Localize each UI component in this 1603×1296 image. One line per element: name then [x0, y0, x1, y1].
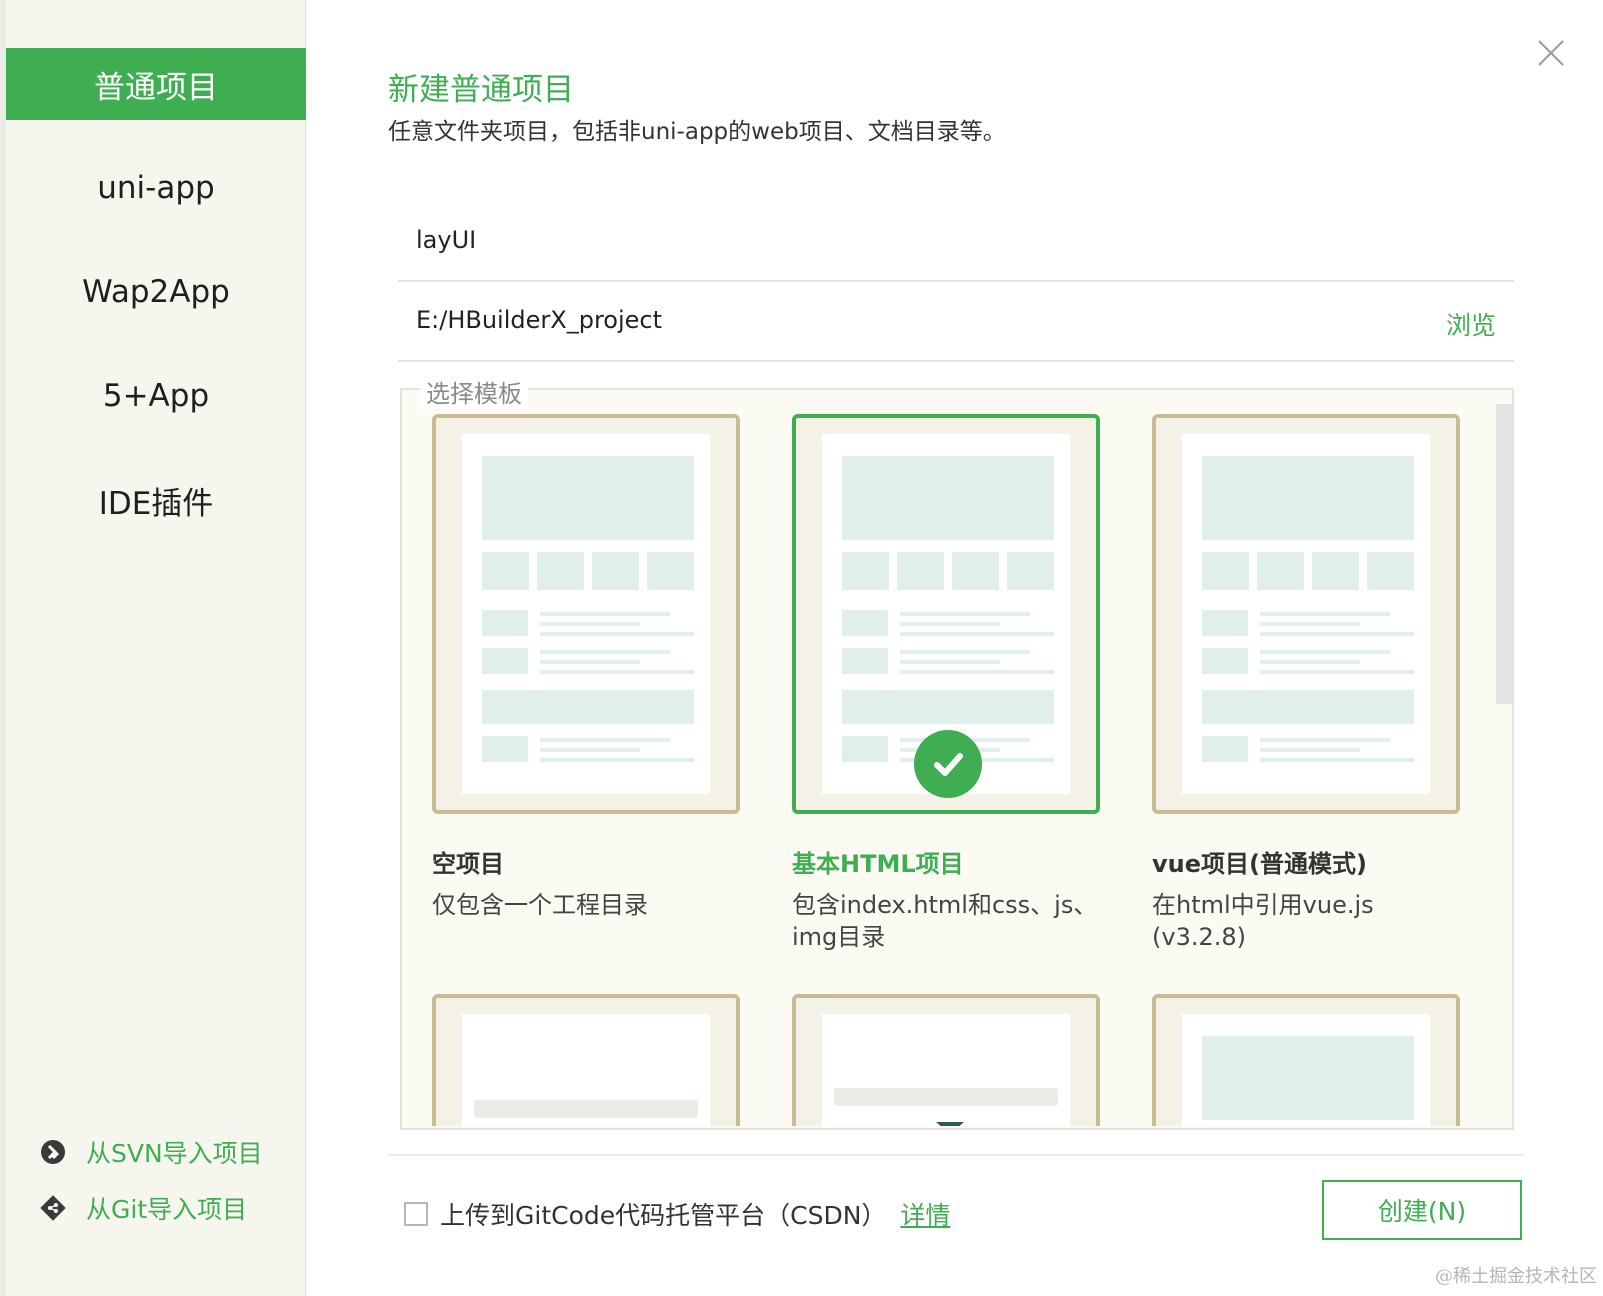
template-card-partial[interactable] — [792, 994, 1100, 1126]
template-preview-graphic — [462, 1014, 710, 1126]
project-name-input[interactable] — [416, 226, 1316, 254]
template-preview-graphic — [1182, 434, 1430, 794]
upload-label: 上传到GitCode代码托管平台（CSDN） — [440, 1201, 887, 1230]
selected-check-icon — [914, 730, 982, 798]
upload-row: 上传到GitCode代码托管平台（CSDN） 详情 — [404, 1196, 950, 1232]
import-svn-link[interactable]: 从SVN导入项目 — [40, 1136, 263, 1168]
project-path-input[interactable] — [416, 306, 1316, 334]
sidebar-item-ide-plugin[interactable]: IDE插件 — [6, 464, 306, 536]
import-svn-label: 从SVN导入项目 — [86, 1139, 263, 1168]
detail-link[interactable]: 详情 — [900, 1196, 950, 1232]
template-preview-graphic — [1182, 1014, 1430, 1126]
template-thumbnail — [432, 994, 740, 1126]
template-description: 仅包含一个工程目录 — [432, 891, 648, 919]
template-card-empty[interactable]: 空项目 仅包含一个工程目录 — [432, 414, 740, 921]
import-git-label: 从Git导入项目 — [86, 1195, 248, 1224]
footer-divider — [388, 1154, 1524, 1156]
upload-checkbox[interactable] — [404, 1202, 428, 1226]
template-thumbnail — [792, 414, 1100, 814]
template-thumbnail — [792, 994, 1100, 1126]
template-card-partial[interactable] — [432, 994, 740, 1126]
template-card-basic-html[interactable]: 基本HTML项目 包含index.html和css、js、img目录 — [792, 414, 1100, 953]
project-type-nav: 普通项目 uni-app Wap2App 5+App IDE插件 — [6, 48, 306, 568]
sidebar-item-5plus-app[interactable]: 5+App — [6, 360, 306, 432]
project-path-field: 浏览 — [398, 284, 1514, 362]
sidebar-item-uni-app[interactable]: uni-app — [6, 152, 306, 224]
template-title: 空项目 — [432, 850, 504, 878]
template-card-partial[interactable] — [1152, 994, 1460, 1126]
template-title: vue项目(普通模式) — [1152, 850, 1367, 878]
sidebar: 普通项目 uni-app Wap2App 5+App IDE插件 从SVN导入项… — [0, 0, 306, 1296]
template-legend: 选择模板 — [420, 374, 528, 409]
template-thumbnail — [432, 414, 740, 814]
create-button[interactable]: 创建(N) — [1322, 1180, 1522, 1240]
sidebar-item-wap2app[interactable]: Wap2App — [6, 256, 306, 328]
project-name-field — [398, 204, 1514, 282]
watermark: @稀土掘金技术社区 — [1435, 1266, 1597, 1287]
import-git-link[interactable]: 从Git导入项目 — [40, 1192, 263, 1224]
template-description: 包含index.html和css、js、img目录 — [792, 891, 1098, 951]
import-links: 从SVN导入项目 从Git导入项目 — [40, 1136, 263, 1248]
template-title: 基本HTML项目 — [792, 850, 964, 878]
close-icon[interactable] — [1536, 38, 1566, 68]
git-icon — [40, 1195, 66, 1221]
browse-button[interactable]: 浏览 — [1446, 306, 1496, 342]
template-preview-graphic — [462, 434, 710, 794]
page-title: 新建普通项目 — [388, 72, 574, 108]
sidebar-item-normal-project[interactable]: 普通项目 — [6, 48, 306, 120]
svn-icon — [40, 1139, 66, 1165]
template-card-vue[interactable]: vue项目(普通模式) 在html中引用vue.js (v3.2.8) — [1152, 414, 1460, 953]
template-preview-graphic — [822, 1014, 1070, 1126]
template-description: 在html中引用vue.js (v3.2.8) — [1152, 891, 1374, 951]
page-subtitle: 任意文件夹项目，包括非uni-app的web项目、文档目录等。 — [388, 119, 1006, 145]
template-thumbnail — [1152, 994, 1460, 1126]
template-thumbnail — [1152, 414, 1460, 814]
template-scrollbar[interactable] — [1496, 404, 1512, 704]
